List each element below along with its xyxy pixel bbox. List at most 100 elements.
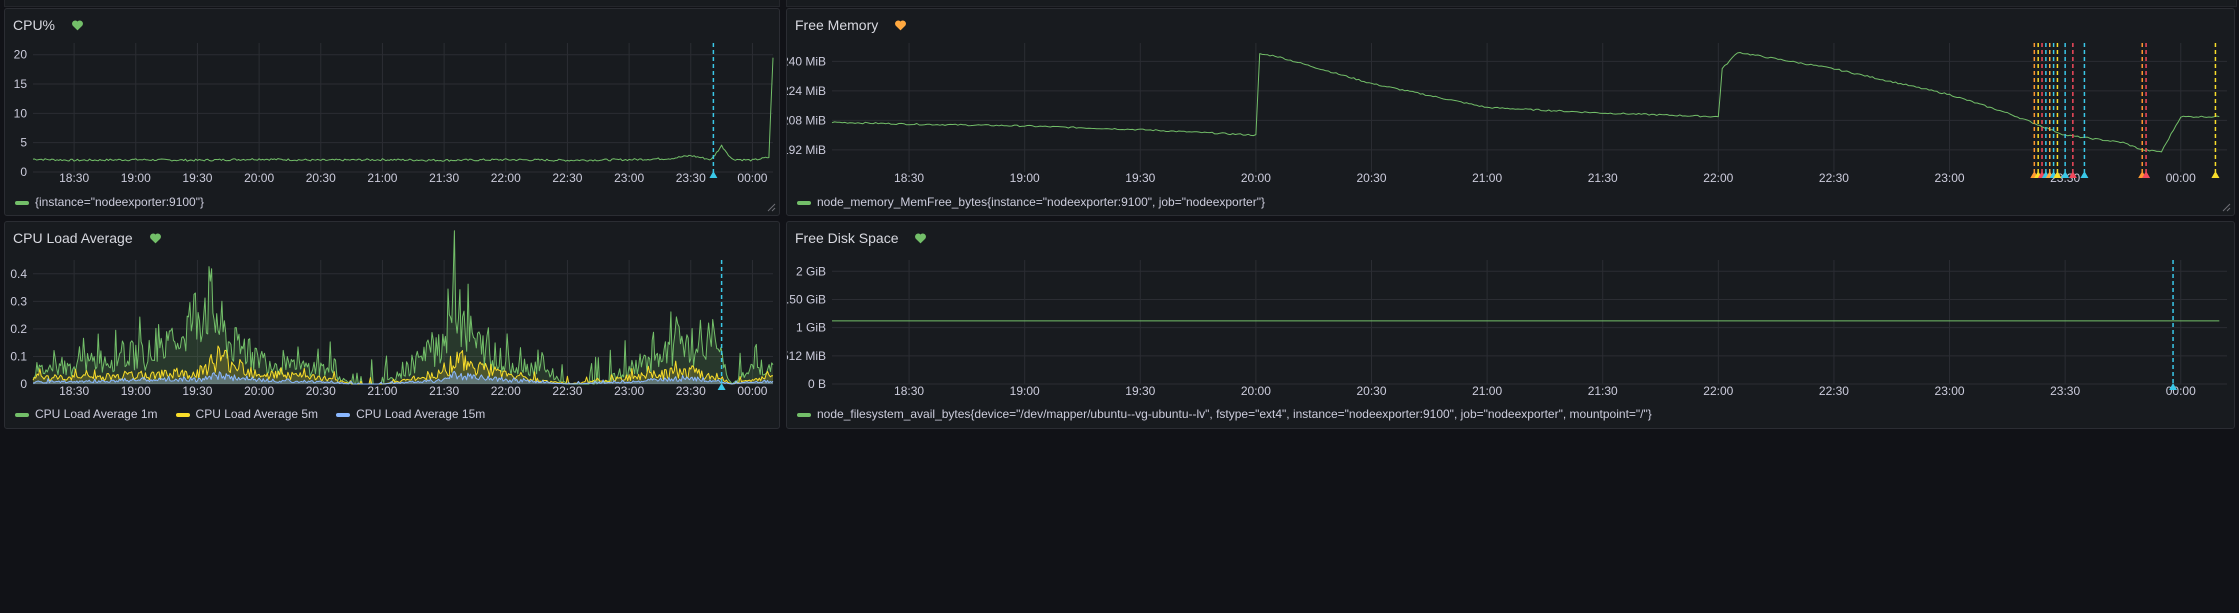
y-tick-label: 192 MiB <box>787 143 826 157</box>
load-chart[interactable]: 0 0.1 0.2 0.3 0.4 18:30 19:00 19:30 20:00 20:30 21… <box>5 222 780 429</box>
annotation-marker <box>2211 171 2220 178</box>
x-tick-label: 19:00 <box>1010 384 1040 398</box>
legend-label: CPU Load Average 5m <box>195 407 319 421</box>
panel-free-memory[interactable]: Free Memory 192 MiB208 MiB224 MiB240 MiB… <box>786 8 2235 216</box>
panel-cpu[interactable]: CPU% 0 5 10 15 20 18:30 19:00 19:30 20:00 20:30 21… <box>4 8 780 216</box>
y-tick-label: 20 <box>14 48 28 62</box>
legend-item[interactable]: CPU Load Average 5m <box>175 407 319 421</box>
x-tick-label: 00:00 <box>2166 384 2196 398</box>
y-tick-label: 1 GiB <box>796 321 826 335</box>
x-tick-label: 20:00 <box>1241 171 1271 185</box>
series-line <box>32 230 774 385</box>
legend-swatch <box>15 412 29 417</box>
series-line <box>32 57 774 162</box>
x-tick-label: 20:00 <box>1241 384 1271 398</box>
x-tick-label: 22:30 <box>1819 171 1849 185</box>
x-tick-label: 22:00 <box>1703 384 1733 398</box>
resize-handle-icon[interactable] <box>2221 202 2231 212</box>
legend-label: {instance="nodeexporter:9100"} <box>35 195 204 209</box>
x-tick-label: 18:30 <box>59 171 89 185</box>
y-tick-label: 0.1 <box>10 349 27 363</box>
top-panel-edge-right <box>786 0 2237 7</box>
x-tick-label: 22:30 <box>552 171 582 185</box>
legend-swatch <box>175 412 190 417</box>
x-tick-label: 23:00 <box>614 384 644 398</box>
legend-swatch <box>797 200 811 205</box>
disk-chart[interactable]: 0 B 512 MiB 1 GiB 1.50 GiB 2 GiB 18:30 19:00 19… <box>787 222 2235 429</box>
y-tick-label: 2 GiB <box>796 264 826 278</box>
x-tick-label: 00:00 <box>737 171 767 185</box>
x-tick-label: 19:30 <box>182 384 212 398</box>
y-tick-label: 15 <box>14 77 28 91</box>
legend-item[interactable]: {instance="nodeexporter:9100"} <box>15 195 204 209</box>
x-tick-label: 19:30 <box>1125 384 1155 398</box>
y-tick-label: 0.4 <box>10 267 27 281</box>
panel-cpu-load-average[interactable]: CPU Load Average 0 0.1 0.2 0.3 0.4 18:30 19:00… <box>4 221 780 429</box>
y-tick-label: 10 <box>14 106 28 120</box>
top-panel-edge-left <box>4 0 780 7</box>
x-tick-label: 23:30 <box>2050 384 2080 398</box>
x-tick-label: 19:00 <box>121 384 151 398</box>
x-tick-label: 20:00 <box>244 384 274 398</box>
x-tick-label: 23:00 <box>614 171 644 185</box>
legend: node_filesystem_avail_bytes{device="/dev… <box>797 407 1670 421</box>
x-tick-label: 18:30 <box>894 171 924 185</box>
x-tick-label: 22:00 <box>491 171 521 185</box>
y-tick-label: 1.50 GiB <box>787 292 826 306</box>
legend-item[interactable]: node_memory_MemFree_bytes{instance="node… <box>797 195 1265 209</box>
x-tick-label: 22:30 <box>1819 384 1849 398</box>
x-tick-label: 19:30 <box>182 171 212 185</box>
x-tick-label: 19:00 <box>121 171 151 185</box>
x-tick-label: 22:00 <box>1703 171 1733 185</box>
x-tick-label: 18:30 <box>894 384 924 398</box>
legend-swatch <box>797 412 811 417</box>
x-tick-label: 21:00 <box>367 384 397 398</box>
cpu-chart[interactable]: 0 5 10 15 20 18:30 19:00 19:30 20:00 20:30 21:00 21… <box>5 9 780 216</box>
x-tick-label: 20:30 <box>1356 384 1386 398</box>
y-tick-label: 0.3 <box>10 294 27 308</box>
x-tick-label: 23:30 <box>676 384 706 398</box>
x-tick-label: 00:00 <box>737 384 767 398</box>
y-tick-label: 224 MiB <box>787 84 826 98</box>
legend-swatch <box>336 412 351 417</box>
legend-item[interactable]: node_filesystem_avail_bytes{device="/dev… <box>797 407 1652 421</box>
legend-swatch <box>15 200 29 205</box>
legend: CPU Load Average 1m CPU Load Average 5m CP… <box>15 407 503 421</box>
x-tick-label: 19:00 <box>1010 171 1040 185</box>
y-tick-label: 208 MiB <box>787 113 826 127</box>
legend: {instance="nodeexporter:9100"} <box>15 195 222 209</box>
y-tick-label: 512 MiB <box>787 349 826 363</box>
y-tick-label: 0 B <box>808 377 826 391</box>
x-tick-label: 21:00 <box>1472 171 1502 185</box>
x-tick-label: 22:30 <box>552 384 582 398</box>
legend-label: CPU Load Average 15m <box>356 407 486 421</box>
panel-free-disk-space[interactable]: Free Disk Space 0 B512 MiB1 GiB1.50 GiB2… <box>786 221 2235 429</box>
legend-label: node_filesystem_avail_bytes{device="/dev… <box>817 407 1652 421</box>
x-tick-label: 19:30 <box>1125 171 1155 185</box>
x-tick-label: 20:30 <box>1356 171 1386 185</box>
x-tick-label: 21:30 <box>429 384 459 398</box>
legend-label: CPU Load Average 1m <box>35 407 158 421</box>
y-tick-label: 0 <box>20 165 27 179</box>
annotation-marker <box>2080 171 2089 178</box>
x-tick-label: 22:00 <box>491 384 521 398</box>
x-tick-label: 23:00 <box>1935 384 1965 398</box>
x-tick-label: 23:00 <box>1935 171 1965 185</box>
x-tick-label: 21:30 <box>1588 171 1618 185</box>
x-tick-label: 20:30 <box>306 171 336 185</box>
legend-item[interactable]: CPU Load Average 1m <box>15 407 158 421</box>
legend: node_memory_MemFree_bytes{instance="node… <box>797 195 1283 209</box>
x-tick-label: 21:00 <box>367 171 397 185</box>
x-tick-label: 18:30 <box>59 384 89 398</box>
x-tick-label: 21:00 <box>1472 384 1502 398</box>
series-line <box>831 52 2220 153</box>
memory-chart[interactable]: 192 MiB 208 MiB 224 MiB 240 MiB 18:30 19:00 19… <box>787 9 2235 216</box>
y-tick-label: 240 MiB <box>787 54 826 68</box>
x-tick-label: 21:30 <box>1588 384 1618 398</box>
resize-handle-icon[interactable] <box>766 202 776 212</box>
y-tick-label: 0.2 <box>10 322 27 336</box>
x-tick-label: 21:30 <box>429 171 459 185</box>
legend-item[interactable]: CPU Load Average 15m <box>336 407 485 421</box>
x-tick-label: 00:00 <box>2166 171 2196 185</box>
x-tick-label: 20:30 <box>306 384 336 398</box>
